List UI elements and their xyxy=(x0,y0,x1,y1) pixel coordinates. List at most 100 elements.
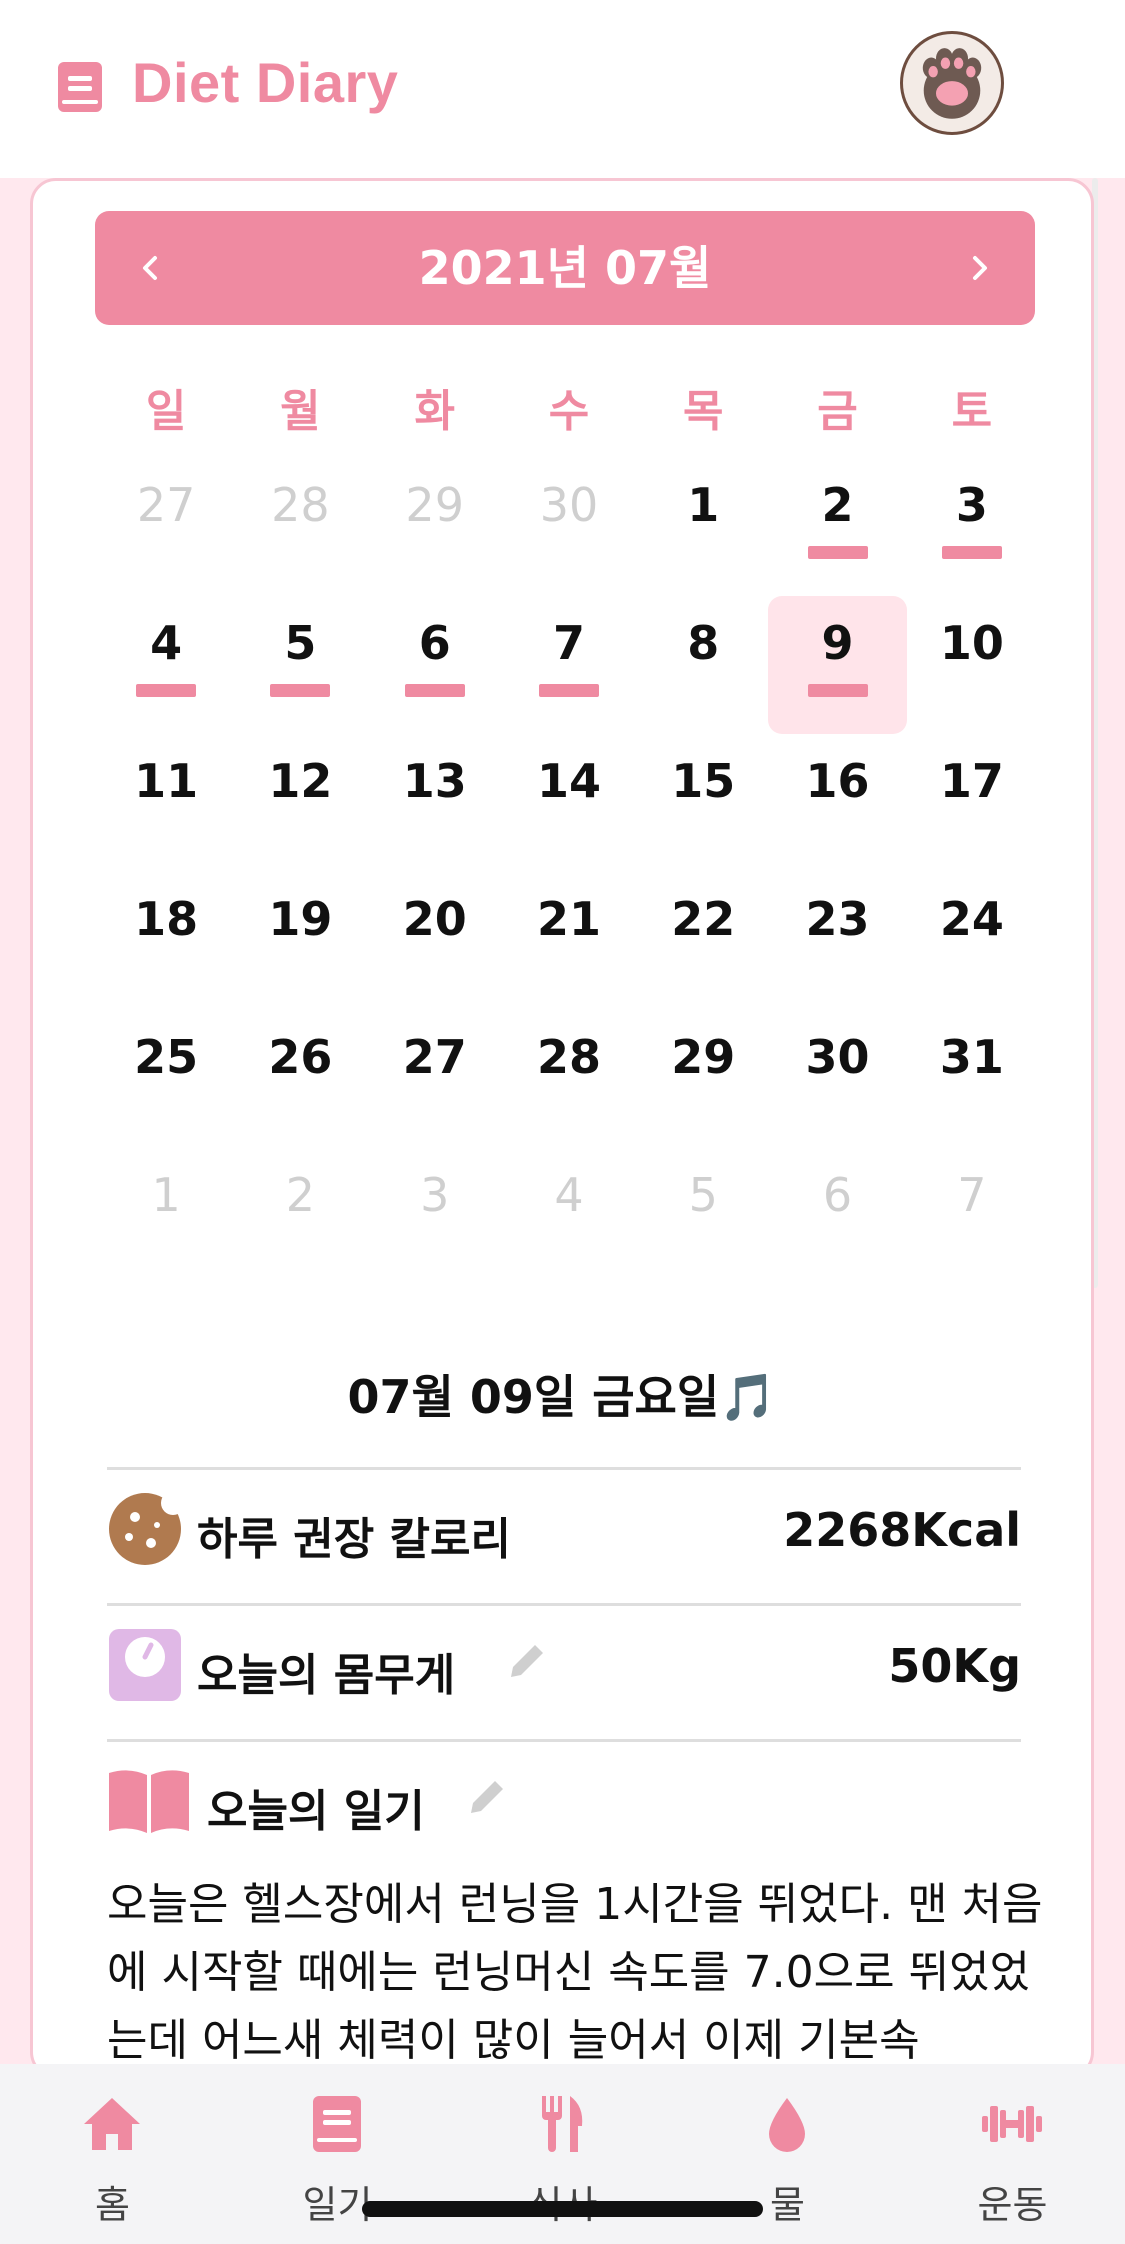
calendar-day[interactable]: 14 xyxy=(502,734,636,872)
calendar-day[interactable]: 2 xyxy=(770,458,904,596)
calendar-day[interactable]: 28 xyxy=(502,1010,636,1148)
calendar-day[interactable]: 30 xyxy=(502,458,636,596)
fork-knife-icon xyxy=(542,2096,583,2152)
weekday-thu: 목 xyxy=(683,386,724,437)
calendar-day-number: 11 xyxy=(134,754,199,808)
tab-home-label: 홈 xyxy=(95,2183,130,2227)
scale-icon xyxy=(109,1629,181,1701)
calendar-day[interactable]: 21 xyxy=(502,872,636,1010)
calendar-day[interactable]: 4 xyxy=(502,1148,636,1286)
diary-entry-marker xyxy=(538,684,599,697)
calendar-day[interactable]: 18 xyxy=(99,872,233,1010)
calendar-day[interactable]: 1 xyxy=(636,458,770,596)
weight-label: 오늘의 몸무게 xyxy=(197,1650,456,1701)
calendar-day[interactable]: 27 xyxy=(368,1010,502,1148)
calendar-day[interactable]: 29 xyxy=(368,458,502,596)
next-month-button[interactable] xyxy=(925,211,1035,325)
diary-entry-marker xyxy=(136,684,197,697)
divider xyxy=(107,1739,1021,1742)
calendar-day[interactable]: 5 xyxy=(233,596,367,734)
calendar-day-number: 16 xyxy=(805,754,870,808)
calendar-day-number: 24 xyxy=(939,892,1004,946)
calendar-day-number: 30 xyxy=(805,1030,870,1084)
calendar-day[interactable]: 26 xyxy=(233,1010,367,1148)
calendar-day-number: 12 xyxy=(268,754,333,808)
weekday-header: 일 월 화 수 목 금 토 xyxy=(99,375,1039,439)
calendar-day-number: 27 xyxy=(136,478,196,532)
tab-exercise[interactable]: 운동 xyxy=(900,2064,1125,2244)
calendar-day[interactable]: 7 xyxy=(502,596,636,734)
calendar-day[interactable]: 8 xyxy=(636,596,770,734)
calendar-day[interactable]: 4 xyxy=(99,596,233,734)
calendar-day-number: 29 xyxy=(405,478,464,532)
calendar-day[interactable]: 5 xyxy=(636,1148,770,1286)
edit-weight-pencil-icon[interactable] xyxy=(505,1639,549,1683)
calendar-day-number: 10 xyxy=(939,616,1004,670)
calendar-grid: 27 28 29 30 1 2 3 4 5 6 7 8 9 10 11 12 13 14 15 16 17 18 19 20 2… xyxy=(99,458,1039,1286)
app-title: Diet Diary xyxy=(132,51,399,114)
calendar-day-number: 2 xyxy=(285,1168,316,1222)
tab-water[interactable]: 물 xyxy=(675,2064,900,2244)
calendar-day[interactable]: 6 xyxy=(770,1148,904,1286)
calendar-day-number: 1 xyxy=(151,1168,181,1222)
tab-meal[interactable]: 식사 xyxy=(450,2064,675,2244)
open-book-icon xyxy=(109,1770,189,1833)
calendar-day[interactable]: 2 xyxy=(233,1148,367,1286)
diary-card: 2021년 07월 일 월 화 수 목 금 토 27 28 29 30 1 2 3 4 5 6 7 8… xyxy=(30,178,1094,2078)
calendar-day[interactable]: 7 xyxy=(905,1148,1039,1286)
avatar[interactable] xyxy=(900,31,1004,135)
diary-entry-marker xyxy=(807,546,868,559)
calendar-day-number: 21 xyxy=(536,892,601,946)
calorie-row: 하루 권장 칼로리 2268Kcal xyxy=(107,1479,1021,1579)
calendar-day[interactable]: 16 xyxy=(770,734,904,872)
calendar-day[interactable]: 28 xyxy=(233,458,367,596)
weekday-wed: 수 xyxy=(548,386,590,437)
diary-entry-marker xyxy=(941,546,1002,559)
calendar-day-number: 27 xyxy=(402,1030,467,1084)
calendar-day-number: 6 xyxy=(822,1168,853,1222)
diary-book-icon xyxy=(58,62,102,112)
calendar-day[interactable]: 3 xyxy=(368,1148,502,1286)
calendar-day[interactable]: 30 xyxy=(770,1010,904,1148)
calendar-day[interactable]: 3 xyxy=(905,458,1039,596)
calendar-day[interactable]: 15 xyxy=(636,734,770,872)
calendar-day-number: 28 xyxy=(536,1030,601,1084)
calendar-day[interactable]: 10 xyxy=(905,596,1039,734)
edit-diary-pencil-icon[interactable] xyxy=(465,1775,509,1819)
calendar-day[interactable]: 25 xyxy=(99,1010,233,1148)
calendar-day[interactable]: 1 xyxy=(99,1148,233,1286)
calendar-day[interactable]: 17 xyxy=(905,734,1039,872)
chevron-right-icon xyxy=(973,256,987,280)
calendar-day[interactable]: 29 xyxy=(636,1010,770,1148)
tab-diary[interactable]: 일기 xyxy=(225,2064,450,2244)
calendar-day-number: 2 xyxy=(821,478,854,532)
calendar-day[interactable]: 27 xyxy=(99,458,233,596)
weekday-sun: 일 xyxy=(145,386,187,437)
calendar-day[interactable]: 13 xyxy=(368,734,502,872)
calendar-day-number: 17 xyxy=(939,754,1004,808)
calendar-day-number: 18 xyxy=(134,892,199,946)
cookie-icon xyxy=(109,1491,183,1565)
cat-paw-icon xyxy=(922,48,982,119)
calendar-day-number: 29 xyxy=(671,1030,736,1084)
calendar-day-number: 7 xyxy=(957,1168,987,1222)
calendar-day[interactable]: 31 xyxy=(905,1010,1039,1148)
diary-entry-marker xyxy=(404,684,465,697)
calendar-day-number: 31 xyxy=(939,1030,1004,1084)
calendar-day[interactable]: 19 xyxy=(233,872,367,1010)
calendar-day-number: 22 xyxy=(671,892,736,946)
calendar-day-number: 26 xyxy=(268,1030,333,1084)
weekday-fri: 금 xyxy=(817,386,858,437)
calendar-day-number: 28 xyxy=(271,478,330,532)
calendar-day[interactable]: 23 xyxy=(770,872,904,1010)
calendar-day-number: 14 xyxy=(536,754,601,808)
calendar-day[interactable]: 12 xyxy=(233,734,367,872)
tab-home[interactable]: 홈 xyxy=(0,2064,225,2244)
calendar-day[interactable]: 11 xyxy=(99,734,233,872)
calendar-day[interactable]: 20 xyxy=(368,872,502,1010)
calendar-day[interactable]: 24 xyxy=(905,872,1039,1010)
calendar-day[interactable]: 22 xyxy=(636,872,770,1010)
calendar-day-selected[interactable]: 9 xyxy=(768,596,907,734)
calendar-week-row: 27 28 29 30 1 2 3 xyxy=(99,458,1039,596)
calendar-day[interactable]: 6 xyxy=(368,596,502,734)
